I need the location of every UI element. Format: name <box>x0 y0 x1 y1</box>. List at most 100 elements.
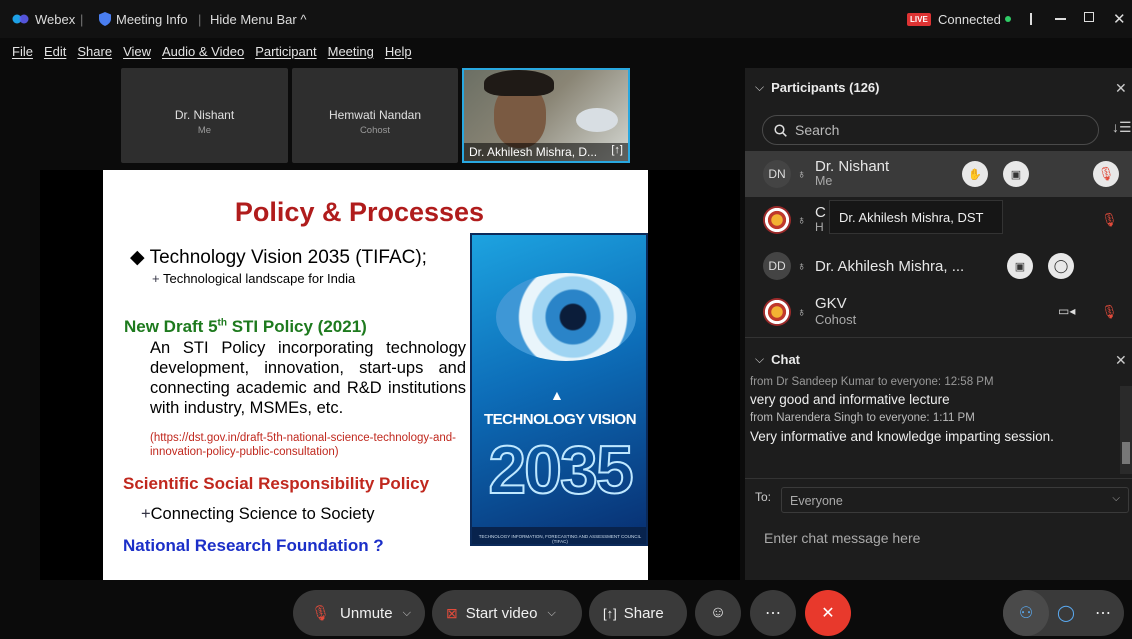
book-cover-image: ▲ TECHNOLOGY VISION 2035 TECHNOLOGY INFO… <box>470 233 648 546</box>
maximize-icon[interactable] <box>1084 12 1094 22</box>
chat-message: very good and informative lecture <box>750 392 950 407</box>
raise-hand-icon[interactable]: ✋ <box>962 161 988 187</box>
slide-heading-nrf: National Research Foundation ? <box>123 536 384 555</box>
webex-app[interactable]: Webex <box>12 12 75 27</box>
menu-view[interactable]: View <box>123 44 151 59</box>
participant-search-input[interactable]: Search <box>762 115 1099 145</box>
eye-image <box>496 273 636 361</box>
slide-paragraph-sti: An STI Policy incorporating technology d… <box>150 339 466 417</box>
chat-bubble-icon[interactable]: ◯ <box>1048 253 1074 279</box>
menu-edit[interactable]: Edit <box>44 44 66 59</box>
slide-link: (https://dst.gov.in/draft-5th-national-s… <box>150 432 456 458</box>
chat-header[interactable]: ⌵ Chat <box>755 352 800 367</box>
chat-sender-cut: from Dr Sandeep Kumar to everyone: 12:58… <box>750 376 994 388</box>
menu-help[interactable]: Help <box>385 44 412 59</box>
chevron-down-icon[interactable]: ⌵ <box>547 607 555 620</box>
participant-role: Cohost <box>815 312 857 327</box>
menu-share[interactable]: Share <box>77 44 112 59</box>
chat-title: Chat <box>771 352 800 367</box>
more-icon: ⋯ <box>1095 605 1111 622</box>
avatar: DN <box>763 160 791 188</box>
search-placeholder: Search <box>795 122 840 138</box>
tile-name: Hemwati Nandan <box>328 108 422 122</box>
muted-mic-icon[interactable]: 🎙 <box>1093 161 1119 187</box>
start-video-label: Start video <box>465 604 538 622</box>
chat-sender: from Narendera Singh to everyone: 1:11 P… <box>750 412 975 424</box>
muted-mic-icon[interactable]: 🎙 <box>1101 212 1118 228</box>
audio-connected-icon: ♁ <box>797 167 806 181</box>
avatar: DD <box>763 252 791 280</box>
video-camera-icon[interactable]: ▭◂ <box>1058 304 1075 318</box>
menu-audio-video[interactable]: Audio & Video <box>162 44 244 59</box>
scrollbar-thumb[interactable] <box>1122 442 1130 464</box>
participant-name: Dr. Nishant <box>815 158 890 175</box>
tile-name-text: Dr. Akhilesh Mishra, D... <box>469 145 598 159</box>
close-icon: ✕ <box>821 605 835 622</box>
chat-messages: from Dr Sandeep Kumar to everyone: 12:58… <box>745 374 1119 478</box>
slide-bullet-1: ◆ Technology Vision 2035 (TIFAC); <box>130 246 427 269</box>
book-year: 2035 <box>487 431 634 509</box>
unmute-button[interactable]: 🎙 Unmute ⌵ <box>293 590 425 636</box>
more-panels-button[interactable]: ⋯ <box>1080 590 1126 636</box>
participant-row-gkv[interactable]: ♁ GKV Cohost ▭◂ 🎙 <box>745 289 1132 335</box>
slide-title: Policy & Processes <box>234 197 485 227</box>
menu-participant[interactable]: Participant <box>255 44 316 59</box>
audio-connected-icon: ♁ <box>797 259 806 273</box>
sharing-indicator-icon[interactable]: ▣ <box>1007 253 1033 279</box>
heading-sti-b: STI Policy (2021) <box>226 317 367 336</box>
heading-sti-a: New Draft 5 <box>124 317 218 336</box>
menu-meeting[interactable]: Meeting <box>328 44 374 59</box>
reactions-button[interactable]: ☺ <box>695 590 741 636</box>
live-badge: LIVE <box>907 12 931 26</box>
minimize-icon[interactable] <box>1055 18 1066 20</box>
participant-name: Dr. Akhilesh Mishra, ... <box>815 257 965 275</box>
plus-bullet-icon: + <box>152 271 163 286</box>
chevron-down-icon[interactable]: ⌵ <box>403 607 411 620</box>
recipient-dropdown[interactable]: Everyone ⌵ <box>781 487 1129 513</box>
share-button[interactable]: [↑] Share <box>589 590 687 636</box>
close-icon[interactable]: ✕ <box>1113 10 1126 28</box>
chat-scrollbar[interactable] <box>1120 386 1132 474</box>
book-title: TECHNOLOGY VISION <box>483 411 637 428</box>
video-off-icon: ⊠ <box>446 604 458 621</box>
hide-menu-button[interactable]: Hide Menu Bar ^ <box>210 12 306 27</box>
chat-input[interactable]: Enter chat message here <box>764 530 920 546</box>
participants-header[interactable]: ⌵ Participants (126) <box>755 80 879 95</box>
to-label: To: <box>755 490 772 504</box>
book-footer: TECHNOLOGY INFORMATION, FORECASTING AND … <box>472 527 646 544</box>
audio-connected-icon: ♁ <box>797 305 806 319</box>
unmute-label: Unmute <box>340 604 393 622</box>
chevron-down-icon: ⌵ <box>755 352 765 366</box>
participant-row-dr-nishant[interactable]: DN ♁ Dr. Nishant Me ✋ ▣ 🎙 <box>745 151 1132 197</box>
video-tile-active-speaker[interactable]: Dr. Akhilesh Mishra, D... [↑] <box>462 68 630 163</box>
participant-info: CH <box>815 205 826 234</box>
video-tile-hemwati-nandan[interactable]: Hemwati Nandan Cohost <box>292 68 458 163</box>
close-chat-icon[interactable]: ✕ <box>1115 352 1127 369</box>
more-options-button[interactable]: ⋯ <box>750 590 796 636</box>
menu-file[interactable]: File <box>12 44 33 59</box>
plus-bullet-icon: + <box>141 505 151 523</box>
meeting-info-button[interactable]: Meeting Info <box>99 12 188 27</box>
avatar-logo <box>763 298 791 326</box>
emblem-icon: ▲ <box>550 387 564 403</box>
separator <box>1030 13 1032 25</box>
participant-tooltip: Dr. Akhilesh Mishra, DST <box>829 200 1003 234</box>
start-video-button[interactable]: ⊠ Start video ⌵ <box>432 590 582 636</box>
slide-sub-bullet-3: +Connecting Science to Society <box>141 505 374 524</box>
chevron-down-icon: ⌵ <box>755 80 765 94</box>
participant-role: H <box>815 220 824 234</box>
diamond-bullet-icon: ◆ <box>130 247 150 268</box>
sharing-indicator-icon[interactable]: ▣ <box>1003 161 1029 187</box>
participant-role: Me <box>815 174 833 188</box>
meeting-info-label: Meeting Info <box>116 11 188 27</box>
participant-row-akhilesh[interactable]: DD ♁ Dr. Akhilesh Mishra, ... ▣ ◯ <box>745 243 1132 289</box>
connection-status[interactable]: Connected <box>938 12 1001 27</box>
video-tile-dr-nishant[interactable]: Dr. Nishant Me <box>121 68 288 163</box>
participant-name: GKV <box>815 295 847 312</box>
share-icon: [↑] <box>603 605 617 621</box>
close-participants-icon[interactable]: ✕ <box>1115 80 1127 97</box>
sort-icon[interactable]: ↓☰ <box>1112 119 1132 136</box>
connected-dot-icon <box>1005 16 1011 22</box>
leave-meeting-button[interactable]: ✕ <box>805 590 851 636</box>
muted-mic-icon[interactable]: 🎙 <box>1101 304 1118 320</box>
